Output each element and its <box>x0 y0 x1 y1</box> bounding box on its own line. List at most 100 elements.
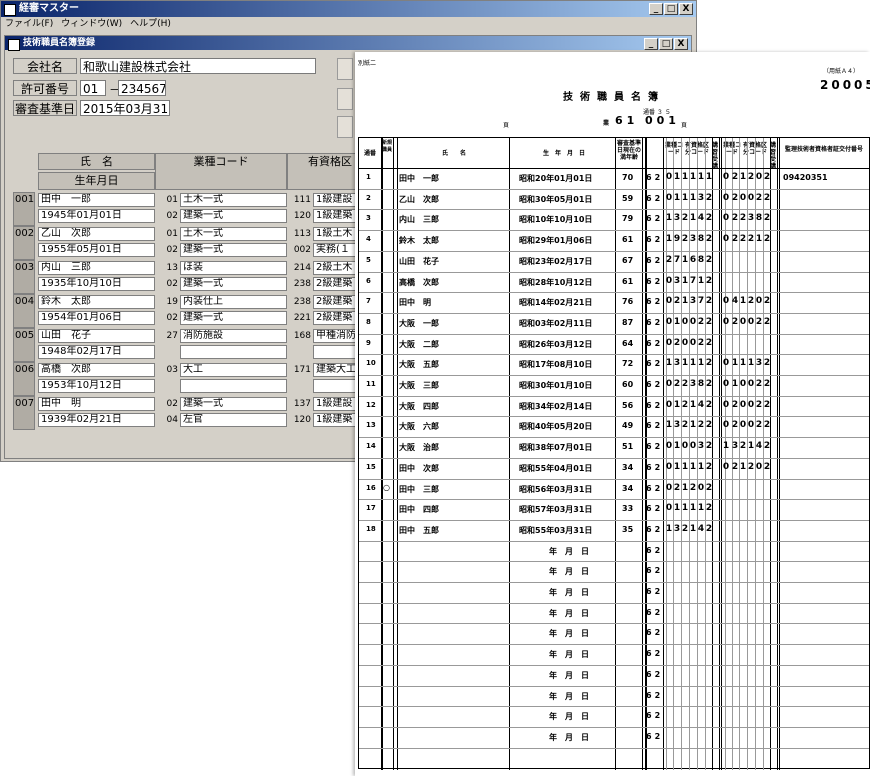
side-button-2[interactable] <box>337 88 353 110</box>
column-line <box>697 138 698 770</box>
header-supervisor: 監理技術者資格者証交付番号 <box>784 146 863 153</box>
child-close-button[interactable]: X <box>674 38 688 50</box>
industry-name-cell[interactable]: 消防施設 <box>180 329 287 343</box>
industry-name-cell[interactable]: 建築一式 <box>180 277 287 291</box>
age-cell: 64 <box>622 338 634 348</box>
qual-digit-a: 2 <box>705 420 713 431</box>
close-button[interactable]: X <box>679 3 693 15</box>
birth-cell[interactable]: 1939年02月21日 <box>38 413 155 427</box>
side-button-3[interactable] <box>337 116 353 138</box>
birth-cell[interactable]: 1935年10月10日 <box>38 277 155 291</box>
minimize-button[interactable]: _ <box>649 3 663 15</box>
name-cell[interactable]: 乙山 次郎 <box>38 227 155 241</box>
qual-name-cell[interactable]: 1級建設 <box>313 193 357 207</box>
empty-d-cell: 62 <box>646 545 664 555</box>
industry-name-cell[interactable]: 左官 <box>180 413 287 427</box>
industry-name-cell[interactable] <box>180 345 287 359</box>
birth-cell[interactable]: 1954年01月06日 <box>38 311 155 325</box>
side-button-1[interactable] <box>337 58 353 80</box>
industry-name-cell[interactable]: 内装仕上 <box>180 295 287 309</box>
child-maximize-button[interactable]: □ <box>659 38 673 50</box>
column-line <box>509 138 510 770</box>
industry-name-cell[interactable]: 建築一式 <box>180 243 287 257</box>
qual-name-cell[interactable]: 建築大工 <box>313 363 357 377</box>
maximize-button[interactable]: □ <box>664 3 678 15</box>
qual-name-cell[interactable]: 2級建築 <box>313 311 357 325</box>
industry-name-cell[interactable]: 土木一式 <box>180 193 287 207</box>
name-cell[interactable]: 山田 花子 <box>38 329 155 343</box>
name-cell[interactable]: 田中 明 <box>38 397 155 411</box>
industry-name-cell[interactable]: 土木一式 <box>180 227 287 241</box>
row-line <box>359 602 869 604</box>
row-line <box>359 478 869 480</box>
review-date-field[interactable]: 2015年03月31日 <box>80 100 170 116</box>
header-seq: 通番 <box>363 150 376 157</box>
menu-window[interactable]: ウィンドウ(W) <box>61 17 122 31</box>
row-line <box>359 209 869 211</box>
row-number: 007 <box>13 396 35 430</box>
report-birth-cell: 昭和23年02月17日 <box>519 256 593 266</box>
empty-birth-cell: 年 月 日 <box>549 588 589 597</box>
qual-code: 238 <box>293 297 311 307</box>
column-line <box>689 138 690 770</box>
qual-name-cell[interactable]: 2級土木 <box>313 261 357 275</box>
qual-name-cell[interactable]: 2級建築 <box>313 295 357 309</box>
qual-digit-a: 2 <box>705 254 713 265</box>
industry-name-cell[interactable] <box>180 379 287 393</box>
birth-cell[interactable]: 1945年01月01日 <box>38 209 155 223</box>
qual-name-cell[interactable]: 1級建設 <box>313 397 357 411</box>
birth-cell[interactable]: 1948年02月17日 <box>38 345 155 359</box>
report-name-cell: 田中 五郎 <box>399 525 439 535</box>
empty-birth-cell: 年 月 日 <box>549 650 589 660</box>
industry-code: 03 <box>166 365 178 375</box>
industry-name-cell[interactable]: ほ装 <box>180 261 287 275</box>
industry-name-cell[interactable]: 大工 <box>180 363 287 377</box>
qual-name-cell[interactable]: 実務(１ <box>313 243 357 257</box>
d-cell: 62 <box>646 317 664 327</box>
license-number-field[interactable]: 234567 <box>118 80 166 96</box>
industry-name-cell[interactable]: 建築一式 <box>180 397 287 411</box>
column-line <box>763 138 764 770</box>
age-cell: 51 <box>622 442 634 452</box>
qual-code: 137 <box>293 399 311 409</box>
name-cell[interactable]: 高橋 次郎 <box>38 363 155 377</box>
d-cell: 62 <box>646 255 664 265</box>
qual-name-cell[interactable]: 1級土木 <box>313 227 357 241</box>
company-label: 会社名 <box>13 58 77 74</box>
report-name-cell: 田中 一郎 <box>399 174 439 183</box>
name-cell[interactable]: 鈴木 太郎 <box>38 295 155 309</box>
qual-name-cell[interactable]: 1級建築 <box>313 209 357 223</box>
birth-cell[interactable]: 1953年10月12日 <box>38 379 155 393</box>
qual-digit-a: 2 <box>705 461 713 472</box>
name-cell[interactable]: 内山 三郎 <box>38 261 155 275</box>
row-number: 001 <box>13 192 35 226</box>
menu-file[interactable]: ファイル(F) <box>5 17 53 31</box>
header-birth: 生 年 月 日 <box>542 150 585 157</box>
menu-help[interactable]: ヘルプ(H) <box>130 17 171 31</box>
row-line <box>359 644 869 646</box>
seq-cell: 5 <box>366 255 371 264</box>
seq-cell: 6 <box>366 276 371 285</box>
child-minimize-button[interactable]: _ <box>644 38 658 50</box>
company-field[interactable]: 和歌山建設株式会社 <box>80 58 316 74</box>
row-line <box>359 437 869 439</box>
industry-name-cell[interactable]: 建築一式 <box>180 311 287 325</box>
qual-name-cell[interactable]: 2級建築 <box>313 277 357 291</box>
birth-cell[interactable]: 1955年05月01日 <box>38 243 155 257</box>
license-prefix-field[interactable]: 01 <box>80 80 106 96</box>
empty-d-cell: 62 <box>646 731 664 741</box>
seq-cell: 15 <box>366 462 376 471</box>
qual-name-cell[interactable]: 甲種消防 <box>313 329 357 343</box>
industry-name-cell[interactable]: 建築一式 <box>180 209 287 223</box>
name-cell[interactable]: 田中 一郎 <box>38 193 155 207</box>
age-cell: 59 <box>622 193 634 203</box>
qual-name-cell[interactable] <box>313 345 357 359</box>
column-line <box>747 138 748 770</box>
d-cell: 62 <box>646 442 664 452</box>
d-cell: 62 <box>646 380 664 389</box>
industry-code: 02 <box>166 399 178 409</box>
qual-name-cell[interactable]: 1級建築 <box>313 413 357 427</box>
qual-name-cell[interactable] <box>313 379 357 393</box>
report-birth-cell: 昭和38年07月01日 <box>519 443 593 453</box>
qual-code: 238 <box>293 279 311 289</box>
